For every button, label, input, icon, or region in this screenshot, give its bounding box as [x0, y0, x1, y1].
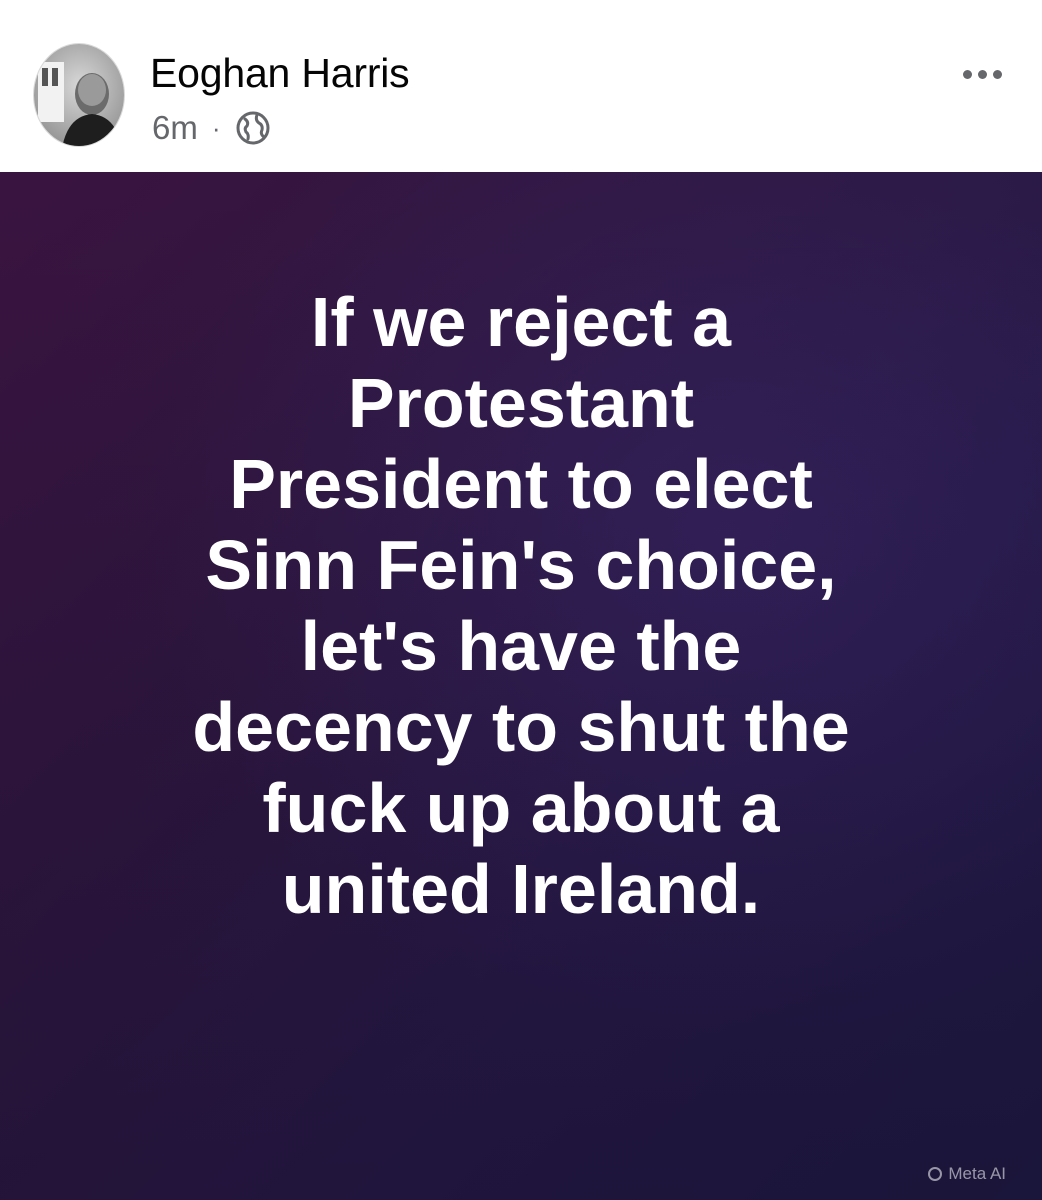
globe-icon[interactable] — [235, 110, 271, 146]
quote-line: let's have the — [300, 607, 742, 685]
quote-line: fuck up about a — [262, 769, 780, 847]
meta-ai-watermark: Meta AI — [928, 1164, 1006, 1184]
more-options-icon — [962, 69, 972, 79]
quote-line: Sinn Fein's choice, — [205, 526, 837, 604]
post-timestamp[interactable]: 6m — [152, 109, 198, 147]
quote-line: decency to shut the — [192, 688, 850, 766]
meta-ai-icon — [928, 1167, 943, 1181]
author-name[interactable]: Eoghan Harris — [150, 48, 410, 98]
post-image[interactable]: If we reject a Protestant President to e… — [0, 172, 1042, 1200]
post-header: Eoghan Harris 6m · — [0, 0, 1042, 172]
quote-line: united Ireland. — [281, 850, 761, 928]
author-avatar[interactable] — [33, 43, 125, 147]
quote-line: President to elect — [229, 445, 813, 523]
more-options-dot — [977, 69, 987, 79]
quote-line: Protestant — [347, 364, 695, 442]
quote-line: If we reject a — [310, 283, 732, 361]
meta-separator: · — [211, 112, 221, 143]
meta-ai-label: Meta AI — [948, 1164, 1006, 1183]
facebook-post: Eoghan Harris 6m · If we reject a Protes… — [0, 0, 1042, 1200]
post-meta: 6m · — [152, 108, 271, 148]
more-options-button[interactable] — [952, 54, 1012, 94]
profile-photo-icon — [34, 44, 124, 146]
image-quote-text: If we reject a Protestant President to e… — [40, 282, 1002, 930]
more-options-dot — [992, 69, 1002, 79]
